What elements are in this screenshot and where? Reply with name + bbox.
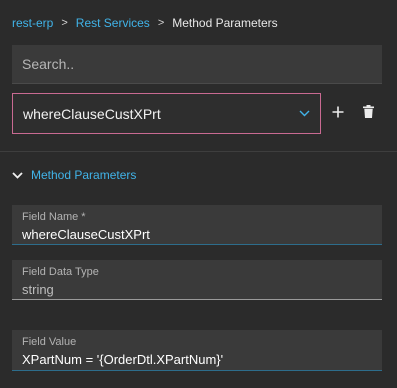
add-button[interactable] — [328, 104, 348, 124]
parameter-select[interactable]: whereClauseCustXPrt — [12, 93, 321, 134]
section-title: Method Parameters — [31, 168, 137, 182]
plus-icon — [332, 105, 344, 123]
field-name-label: Field Name * — [22, 211, 86, 223]
breadcrumb-current: Method Parameters — [172, 16, 278, 30]
field-value-input[interactable]: Field Value XPartNum = '{OrderDtl.XPartN… — [12, 330, 382, 371]
breadcrumb-separator: > — [61, 17, 68, 29]
section-divider — [0, 151, 397, 152]
search-input[interactable] — [12, 45, 382, 84]
delete-button[interactable] — [358, 104, 378, 124]
chevron-down-icon — [298, 108, 310, 120]
parameter-select-value: whereClauseCustXPrt — [23, 105, 161, 122]
breadcrumb-separator: > — [157, 17, 165, 29]
breadcrumb-item-rest-erp[interactable]: rest-erp — [12, 16, 53, 30]
trash-icon — [362, 105, 374, 123]
field-data-type-input[interactable]: Field Data Type string — [12, 260, 382, 300]
field-data-type-label: Field Data Type — [22, 266, 99, 278]
method-parameters-section-toggle[interactable]: Method Parameters — [12, 166, 136, 184]
field-name-value[interactable]: whereClauseCustXPrt — [22, 227, 372, 242]
field-name-input[interactable]: Field Name * whereClauseCustXPrt — [12, 205, 382, 245]
field-value-value[interactable]: XPartNum = '{OrderDtl.XPartNum}' — [22, 352, 372, 367]
field-value-label: Field Value — [22, 336, 77, 348]
chevron-down-icon — [12, 166, 23, 184]
field-data-type-value[interactable]: string — [22, 282, 372, 297]
method-parameters-panel: rest-erp > Rest Services > Method Parame… — [0, 0, 397, 388]
breadcrumb: rest-erp > Rest Services > Method Parame… — [12, 15, 278, 31]
breadcrumb-item-rest-services[interactable]: Rest Services — [76, 16, 150, 30]
